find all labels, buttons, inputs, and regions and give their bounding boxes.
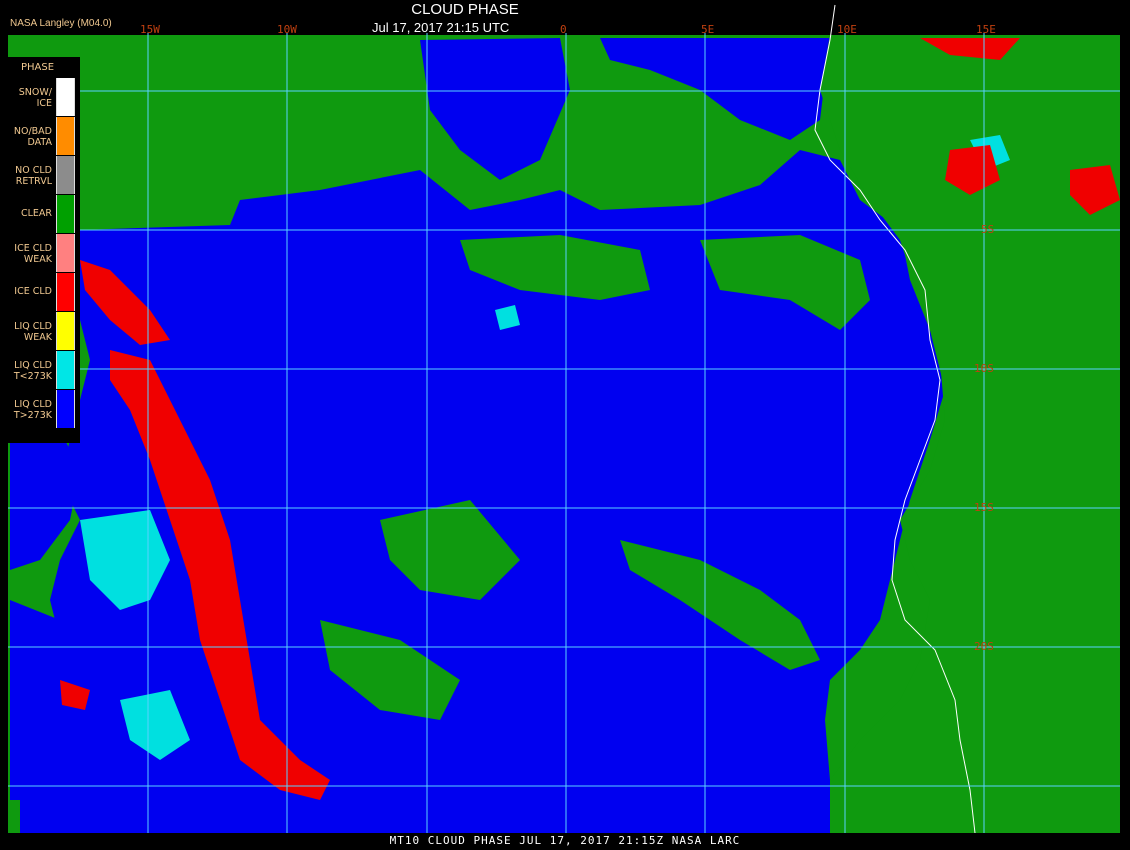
longitude-label: 15W: [140, 23, 160, 36]
legend-title: PHASE: [21, 62, 55, 73]
legend-label-line: NO/BAD: [13, 126, 52, 137]
longitude-label: 10E: [837, 23, 857, 36]
latitude-label: 20S: [974, 640, 994, 653]
legend-label: CLEAR: [4, 208, 52, 219]
longitude-label: 15E: [976, 23, 996, 36]
map-timestamp: Jul 17, 2017 21:15 UTC: [372, 20, 510, 35]
legend-label-line: T<273K: [13, 371, 52, 382]
legend-swatch: [56, 351, 75, 389]
longitude-label: 5E: [701, 23, 715, 36]
legend-label-line: RETRVL: [15, 176, 52, 187]
longitude-label: 10W: [277, 23, 297, 36]
legend-label-line: T>273K: [13, 410, 52, 421]
legend-swatch: [56, 117, 75, 155]
legend-label-line: CLEAR: [20, 208, 52, 219]
legend-label-line: LIQ CLD: [14, 360, 52, 371]
legend-swatch: [56, 390, 75, 428]
legend-label-line: WEAK: [23, 254, 52, 265]
map-title: CLOUD PHASE: [411, 1, 519, 18]
agency-label: NASA Langley (M04.0): [10, 18, 112, 29]
latitude-label: 10S: [974, 362, 994, 375]
longitude-label: 0: [560, 23, 567, 36]
cloud-phase-map: [0, 0, 1130, 850]
legend-label-line: LIQ CLD: [14, 321, 52, 332]
legend-label: SNOW/ICE: [4, 87, 52, 109]
legend-label: NO CLD RETRVL: [4, 165, 52, 187]
legend-swatch: [56, 273, 75, 311]
legend-label: LIQ CLD T>273K: [4, 399, 52, 421]
legend-label-line: ICE: [36, 98, 52, 109]
legend-label: LIQ CLD WEAK: [4, 321, 52, 343]
legend-label: NO/BAD DATA: [4, 126, 52, 148]
latitude-label: 5S: [981, 223, 995, 236]
legend-swatch: [56, 312, 75, 350]
legend-label-line: DATA: [27, 137, 52, 148]
legend-label-line: SNOW/: [18, 87, 52, 98]
legend-label-line: ICE CLD: [14, 286, 52, 297]
legend-swatch: [56, 195, 75, 233]
legend-swatch: [56, 156, 75, 194]
legend-swatch: [56, 234, 75, 272]
legend-label: ICE CLD: [4, 286, 52, 297]
legend-label: ICE CLD WEAK: [4, 243, 52, 265]
legend-label-line: LIQ CLD: [14, 399, 52, 410]
legend-label-line: WEAK: [23, 332, 52, 343]
legend-label-line: ICE CLD: [14, 243, 52, 254]
legend-label: LIQ CLD T<273K: [4, 360, 52, 382]
latitude-label: 15S: [974, 501, 994, 514]
legend-label-line: NO CLD: [15, 165, 52, 176]
footer-caption: MT10 CLOUD PHASE JUL 17, 2017 21:15Z NAS…: [389, 834, 741, 847]
legend-swatch: [56, 78, 75, 116]
